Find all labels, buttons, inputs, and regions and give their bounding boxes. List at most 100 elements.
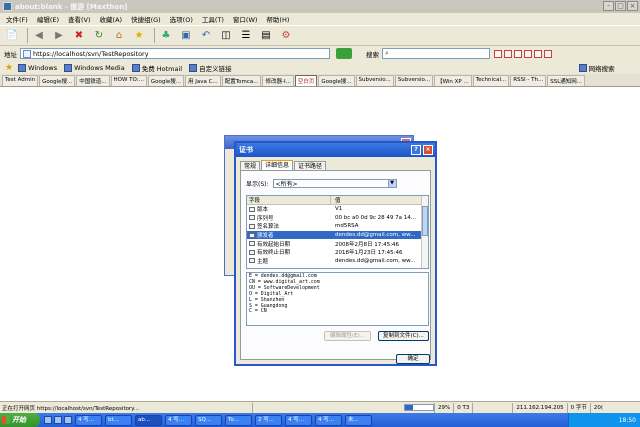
menu-favorites[interactable]: 收藏(A) bbox=[100, 14, 123, 24]
settings-icon[interactable]: ⚙ bbox=[278, 28, 294, 44]
column-header-field[interactable]: 字段 bbox=[247, 196, 331, 204]
search-engine-icon[interactable] bbox=[534, 49, 542, 58]
menu-window[interactable]: 窗口(W) bbox=[233, 14, 258, 24]
list-view-icon[interactable]: ☰ bbox=[238, 28, 254, 44]
field-icon bbox=[249, 206, 255, 212]
forward-icon[interactable]: ▶ bbox=[51, 28, 67, 44]
refresh-icon[interactable]: ↻ bbox=[91, 28, 107, 44]
menu-help[interactable]: 帮助(H) bbox=[266, 14, 289, 24]
taskbar-button[interactable]: bt... bbox=[105, 414, 132, 426]
browser-tab[interactable]: Subversio... bbox=[355, 75, 394, 86]
taskbar-button[interactable]: 2 写... bbox=[255, 414, 282, 426]
browser-tab[interactable]: 配置Tomca... bbox=[221, 75, 262, 86]
list-item[interactable]: 有效终止日期 2018年1月23日 17:45:46 bbox=[247, 248, 428, 257]
browser-tab[interactable]: RSSI - Th... bbox=[510, 75, 547, 86]
home-icon[interactable]: ⌂ bbox=[111, 28, 127, 44]
list-item[interactable]: 序列号 00 bc a0 0d 9c 28 49 7a 14... bbox=[247, 214, 428, 223]
menu-view[interactable]: 查看(V) bbox=[68, 14, 91, 24]
screenshot-icon[interactable]: ▤ bbox=[258, 28, 274, 44]
scrollbar-thumb[interactable] bbox=[422, 206, 428, 236]
stop-icon[interactable]: ✖ bbox=[71, 28, 87, 44]
browser-tab[interactable]: Google搜... bbox=[147, 75, 184, 86]
column-header-value[interactable]: 值 bbox=[331, 196, 428, 204]
link-web-search[interactable]: 网络搜索 bbox=[578, 63, 615, 73]
clock[interactable]: 18:50 bbox=[619, 417, 636, 424]
zoom-level[interactable]: 20( bbox=[589, 402, 606, 413]
certificate-dialog-titlebar[interactable]: 证书 ? × bbox=[236, 143, 435, 157]
taskbar-button[interactable]: 未... bbox=[345, 414, 372, 426]
sidebar-icon[interactable]: ▣ bbox=[178, 28, 194, 44]
list-item[interactable]: 主题 dendes.dd@gmail.com, ww... bbox=[247, 257, 428, 266]
list-scrollbar[interactable] bbox=[421, 196, 428, 268]
close-window-button[interactable]: × bbox=[627, 1, 638, 11]
taskbar-button[interactable]: 4 写... bbox=[75, 414, 102, 426]
menu-options[interactable]: 选项(O) bbox=[170, 14, 193, 24]
show-select[interactable]: <所有> ▼ bbox=[272, 179, 397, 188]
search-input[interactable]: ⌕ bbox=[382, 48, 490, 59]
copy-to-file-button[interactable]: 复制到文件(C)... bbox=[378, 331, 429, 341]
browser-tab[interactable]: 中国铁道... bbox=[76, 75, 110, 86]
link-windows-media[interactable]: Windows Media bbox=[64, 63, 125, 72]
search-engine-icon[interactable] bbox=[514, 49, 522, 58]
taskbar-button-active[interactable]: ab... bbox=[135, 414, 162, 426]
browser-tab[interactable]: Google搜... bbox=[39, 75, 76, 86]
quick-launch-icon[interactable] bbox=[44, 416, 52, 424]
window-titlebar[interactable]: about:blank - 傲游 [Maxthon] - □ × bbox=[0, 0, 640, 13]
browser-tab[interactable]: HOW TO:... bbox=[110, 75, 147, 86]
taskbar-button[interactable]: 4 写... bbox=[165, 414, 192, 426]
help-button[interactable]: ? bbox=[411, 145, 421, 155]
show-value: <所有> bbox=[275, 181, 298, 188]
link-windows[interactable]: Windows bbox=[18, 63, 57, 72]
close-dialog-button[interactable]: × bbox=[423, 145, 433, 155]
list-item[interactable]: 签名算法 md5RSA bbox=[247, 222, 428, 231]
favorites-star-icon[interactable]: ★ bbox=[5, 63, 13, 73]
quick-launch-icon[interactable] bbox=[64, 416, 72, 424]
browser-tab[interactable]: 用 Java C... bbox=[184, 75, 221, 86]
go-button[interactable] bbox=[336, 48, 352, 59]
menu-tools[interactable]: 工具(T) bbox=[202, 14, 224, 24]
browser-tab[interactable]: 修改器-I... bbox=[262, 75, 294, 86]
menu-groups[interactable]: 快捷组(G) bbox=[131, 14, 161, 24]
ok-button[interactable]: 确定 bbox=[396, 354, 430, 364]
split-view-icon[interactable]: ◫ bbox=[218, 28, 234, 44]
maximize-button[interactable]: □ bbox=[615, 1, 626, 11]
browser-tab[interactable]: Google搜... bbox=[318, 75, 355, 86]
browser-tab-active[interactable]: 空白页 bbox=[294, 75, 318, 86]
taskbar-button[interactable]: 4 写... bbox=[285, 414, 312, 426]
menu-edit[interactable]: 编辑(E) bbox=[37, 14, 59, 24]
list-item-selected[interactable]: 颁发者 dendes.dd@gmail.com, ww... bbox=[247, 230, 428, 240]
menu-file[interactable]: 文件(F) bbox=[6, 14, 28, 24]
search-engine-icon[interactable] bbox=[544, 49, 552, 58]
link-custom[interactable]: 自定义链接 bbox=[189, 63, 232, 73]
browser-tab[interactable]: SSL通知网... bbox=[547, 75, 586, 86]
favorites-star-icon[interactable]: ★ bbox=[131, 28, 147, 44]
edit-properties-button[interactable]: 编辑属性(E)... bbox=[324, 331, 371, 341]
search-engine-icon[interactable] bbox=[494, 49, 502, 58]
list-item[interactable]: 版本 V1 bbox=[247, 205, 428, 214]
links-bar: ★ Windows Windows Media 免费 Hotmail 自定义链接… bbox=[0, 61, 640, 74]
groups-icon[interactable]: ♣ bbox=[158, 28, 174, 44]
new-page-icon[interactable]: 📄 bbox=[4, 28, 20, 44]
minimize-button[interactable]: - bbox=[603, 1, 614, 11]
browser-tab[interactable]: Subversio... bbox=[394, 75, 434, 86]
field-detail-box[interactable]: E = dendes.dd@gmail.com CN = www.digital_… bbox=[246, 272, 429, 326]
search-engine-icon[interactable] bbox=[504, 49, 512, 58]
status-text: 正在打开网页 https://localhost/svn/TestReposit… bbox=[2, 405, 140, 412]
taskbar-button[interactable]: SQ... bbox=[195, 414, 222, 426]
browser-tab[interactable]: Test Admin bbox=[2, 75, 39, 86]
address-input[interactable]: https://localhost/svn/TestRepository bbox=[20, 48, 330, 59]
start-button[interactable]: 开始 bbox=[0, 413, 40, 427]
browser-tab[interactable]: 【Win XP ... bbox=[434, 75, 472, 86]
browser-tab[interactable]: Technical... bbox=[472, 75, 510, 86]
list-item[interactable]: 有效起始日期 2008年2月8日 17:45:46 bbox=[247, 239, 428, 248]
undo-icon[interactable]: ↶ bbox=[198, 28, 214, 44]
taskbar-button[interactable]: 4 写... bbox=[315, 414, 342, 426]
link-hotmail[interactable]: 免费 Hotmail bbox=[131, 63, 182, 73]
taskbar-button[interactable]: To... bbox=[225, 414, 252, 426]
status-bar: 正在打开网页 https://localhost/svn/TestReposit… bbox=[0, 401, 640, 413]
search-engine-icon[interactable] bbox=[524, 49, 532, 58]
detail-line: C = CN bbox=[249, 308, 267, 315]
chevron-down-icon[interactable]: ▼ bbox=[387, 180, 396, 187]
quick-launch-icon[interactable] bbox=[54, 416, 62, 424]
back-icon[interactable]: ◀ bbox=[31, 28, 47, 44]
